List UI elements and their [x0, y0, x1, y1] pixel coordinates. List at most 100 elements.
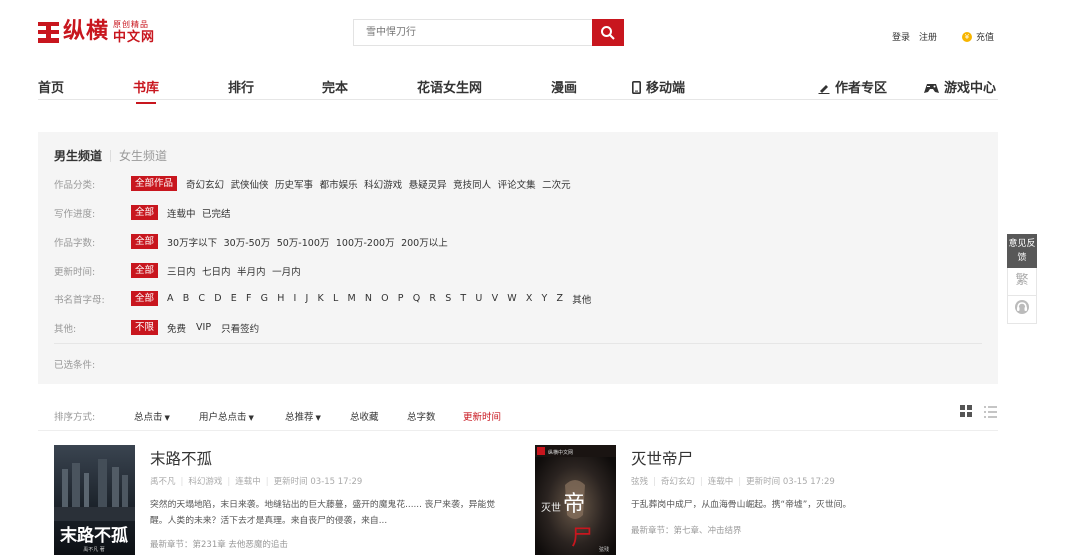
filter-option[interactable]: 连载中 [167, 206, 196, 220]
letter-option[interactable]: K [318, 293, 324, 304]
book-genre[interactable]: 科幻游戏 [188, 477, 222, 487]
sort-total-clicks[interactable]: 总点击 ▼ [134, 409, 170, 423]
nav-home[interactable]: 首页 [38, 77, 64, 96]
filter-option[interactable]: 悬疑灵异 [409, 177, 447, 191]
letter-option[interactable]: W [507, 293, 516, 304]
filter-option[interactable]: 七日内 [202, 264, 231, 278]
feedback-button[interactable]: 意见反馈 [1007, 234, 1037, 268]
sort-word-count[interactable]: 总字数 [407, 409, 436, 423]
book-title[interactable]: 灭世帝尸 [631, 447, 693, 469]
filter-option[interactable]: 半月内 [237, 264, 266, 278]
filter-option[interactable]: 100万-200万 [336, 235, 395, 249]
tab-female-channel[interactable]: 女生频道 [119, 147, 167, 164]
letter-option[interactable]: S [445, 293, 451, 304]
sort-user-clicks[interactable]: 用户总点击 ▼ [199, 409, 254, 423]
letter-option[interactable]: Y [542, 293, 548, 304]
filter-option[interactable]: 科幻游戏 [364, 177, 402, 191]
book-cover[interactable]: 末路不孤 禹不凡 著 [54, 445, 135, 555]
filter-option[interactable]: 一月内 [272, 264, 301, 278]
filter-option[interactable]: 竞技同人 [453, 177, 491, 191]
letter-option[interactable]: M [347, 293, 355, 304]
filter-selected[interactable]: 全部 [131, 263, 159, 278]
letter-option[interactable]: 其他 [572, 292, 591, 306]
search-input[interactable] [354, 20, 592, 45]
filter-option[interactable]: 奇幻玄幻 [186, 177, 224, 191]
letter-option[interactable]: Q [413, 293, 420, 304]
filter-option[interactable]: 都市娱乐 [320, 177, 358, 191]
letter-option[interactable]: U [475, 293, 482, 304]
letter-option[interactable]: D [214, 293, 221, 304]
letter-option[interactable]: P [398, 293, 404, 304]
letter-option[interactable]: N [365, 293, 372, 304]
grid-view-icon[interactable] [960, 405, 973, 418]
book-latest-chapter[interactable]: 最新章节：第七章、冲击结界 [631, 524, 742, 536]
register-link[interactable]: 注册 [919, 30, 937, 43]
letter-option[interactable]: J [306, 293, 309, 304]
filter-option[interactable]: 历史军事 [275, 177, 313, 191]
letter-option[interactable]: B [183, 293, 190, 304]
letter-option[interactable]: V [492, 293, 499, 304]
filter-option[interactable]: 二次元 [542, 177, 571, 191]
letter-option[interactable]: G [261, 293, 268, 304]
filter-row-category: 作品分类: 全部作品 奇幻玄幻 武侠仙侠 历史军事 都市娱乐 科幻游戏 悬疑灵异… [54, 176, 577, 191]
nav-completed[interactable]: 完本 [322, 77, 348, 96]
filter-option[interactable]: 已完结 [202, 206, 231, 220]
recharge-link[interactable]: ¥ 充值 [962, 30, 994, 43]
letter-option[interactable]: C [198, 293, 205, 304]
letter-option[interactable]: Z [557, 293, 564, 304]
letter-option[interactable]: I [294, 293, 297, 304]
letter-option[interactable]: T [460, 293, 466, 304]
sort-recommend[interactable]: 总推荐 ▼ [285, 409, 321, 423]
book-genre[interactable]: 奇幻玄幻 [661, 477, 695, 487]
site-logo[interactable]: 纵横 原创精品 中文网 [38, 17, 155, 47]
filter-option[interactable]: VIP [196, 322, 211, 333]
filter-divider [54, 343, 982, 344]
filter-option[interactable]: 武侠仙侠 [231, 177, 269, 191]
letter-option[interactable]: A [167, 293, 174, 304]
filter-option[interactable]: 30万-50万 [224, 235, 271, 249]
search-button[interactable] [592, 19, 624, 46]
nav-mobile[interactable]: 移动端 [632, 77, 685, 96]
nav-comics[interactable]: 漫画 [551, 77, 577, 96]
filter-selected[interactable]: 全部 [131, 291, 159, 306]
book-author[interactable]: 弦残 [631, 477, 648, 487]
tab-male-channel[interactable]: 男生频道 [54, 147, 102, 164]
book-author[interactable]: 禹不凡 [150, 477, 176, 487]
letter-option[interactable]: F [246, 293, 251, 304]
nav-author-zone[interactable]: 作者专区 [818, 77, 887, 96]
filter-selected[interactable]: 全部作品 [131, 176, 178, 191]
filter-selected[interactable]: 全部 [131, 234, 159, 249]
filter-option[interactable]: 只看签约 [221, 321, 259, 335]
traditional-chinese-button[interactable]: 繁 [1007, 268, 1037, 296]
filter-option[interactable]: 三日内 [167, 264, 196, 278]
nav-game-center[interactable]: 游戏中心 [924, 77, 996, 96]
filter-option[interactable]: 200万以上 [401, 235, 448, 249]
book-latest-chapter[interactable]: 最新章节：第231章 去他恶魔的追击 [150, 538, 288, 550]
customer-service-button[interactable] [1007, 296, 1037, 324]
filter-selected[interactable]: 全部 [131, 205, 159, 220]
letter-option[interactable]: H [277, 293, 284, 304]
login-link[interactable]: 登录 [892, 30, 910, 43]
letter-option[interactable]: R [429, 293, 436, 304]
filter-row-other: 其他: 不限 免费 VIP 只看签约 [54, 320, 266, 335]
filter-selected[interactable]: 不限 [131, 320, 159, 335]
filter-option[interactable]: 评论文集 [498, 177, 536, 191]
selected-conditions: 已选条件: [54, 360, 96, 371]
book-title[interactable]: 末路不孤 [150, 447, 212, 469]
letter-option[interactable]: X [526, 293, 533, 304]
book-description: 于乱葬岗中成尸，从血海骨山崛起。携“帝墟”，灭世间。 [631, 500, 852, 510]
filter-option[interactable]: 30万字以下 [167, 235, 217, 249]
nav-female-site[interactable]: 花语女生网 [417, 77, 482, 96]
nav-library[interactable]: 书库 [133, 77, 159, 104]
book-cover[interactable]: 纵横中文网 灭世 帝 尸 弦残 [535, 445, 616, 555]
filter-option[interactable]: 免费 [167, 321, 186, 335]
letter-option[interactable]: L [333, 293, 338, 304]
letter-option[interactable]: E [231, 293, 237, 304]
letter-option[interactable]: O [381, 293, 388, 304]
sort-favorites[interactable]: 总收藏 [350, 409, 379, 423]
logo-subtitle: 原创精品 中文网 [113, 20, 155, 45]
sort-update-time[interactable]: 更新时间 [463, 409, 501, 423]
filter-option[interactable]: 50万-100万 [277, 235, 330, 249]
nav-ranking[interactable]: 排行 [228, 77, 254, 96]
list-view-icon[interactable] [984, 405, 997, 418]
